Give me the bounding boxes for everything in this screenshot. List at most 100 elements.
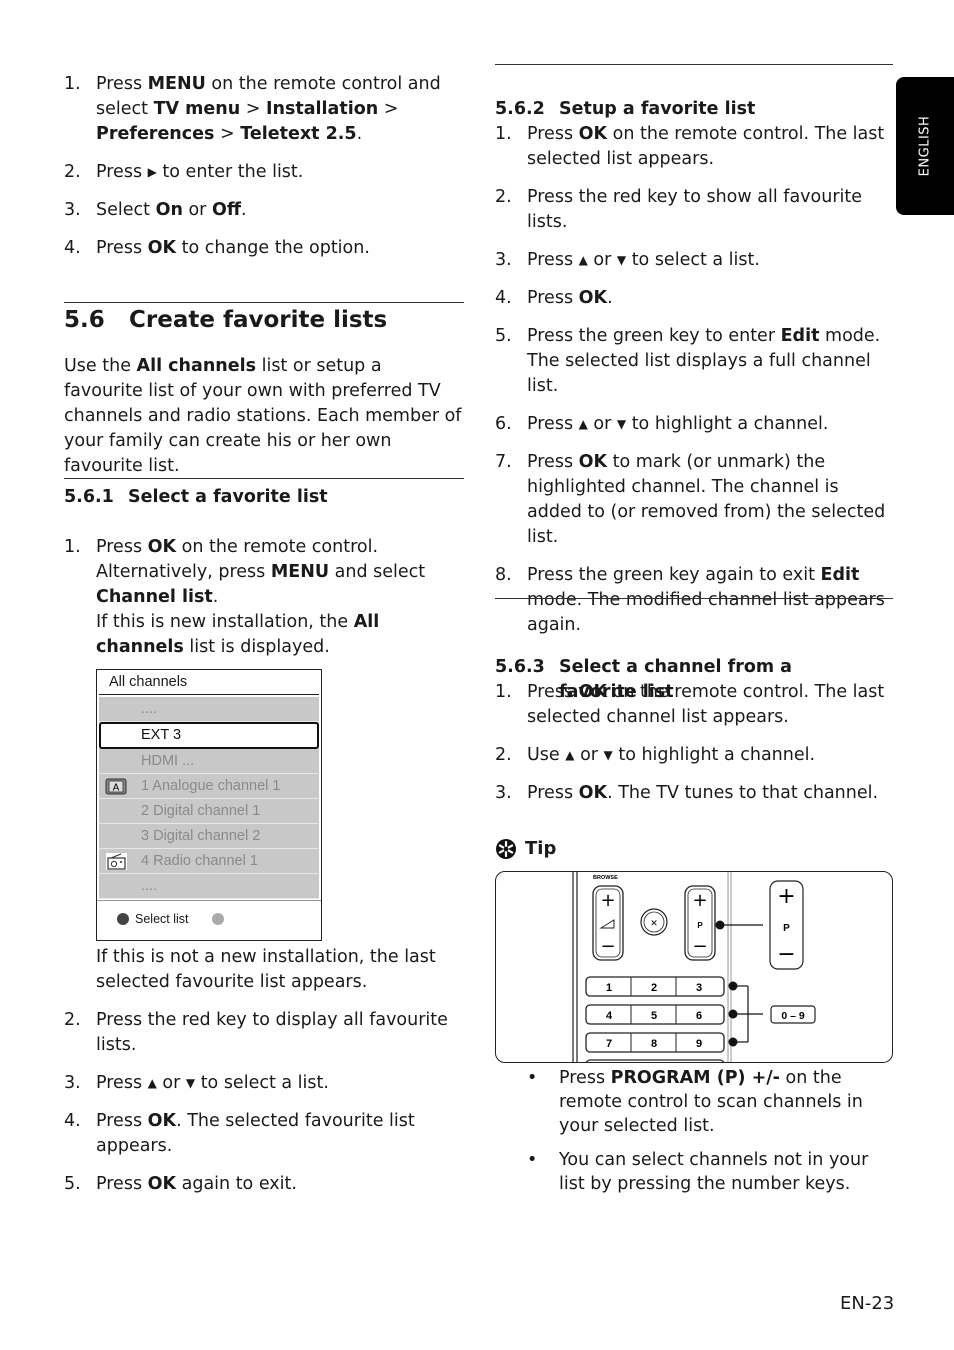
list-item: 2. Press the red key to show all favourit…: [495, 185, 893, 235]
list-item: 3. Press ▲ or ▼ to select a list.: [495, 248, 893, 273]
number-keypad: 1 2 3 4 5 6 7 8 9: [585, 976, 725, 1062]
channel-list-menu: All channels .... EXT 3 HDMI ... A 1 Analogu…: [96, 669, 322, 941]
sub2-steps: 1. Press OK on the remote control. The la…: [495, 122, 893, 638]
number-key: 3: [696, 982, 702, 994]
step-number: 5.: [64, 1174, 81, 1194]
list-item: 3. Press ▲ or ▼ to select a list.: [64, 1071, 464, 1096]
number-key: 2: [651, 982, 657, 994]
list-item: 4. Press OK. The selected favourite list …: [64, 1109, 464, 1159]
step-text: Press ▲ or ▼ to select a list.: [96, 1073, 329, 1093]
step-number: 1.: [64, 74, 81, 94]
sub3-steps: 1. Press OK on the remote control. The la…: [495, 680, 893, 806]
bullet-icon: •: [527, 1150, 538, 1170]
step-text: Press OK to change the option.: [96, 238, 370, 258]
section-title: Create favorite lists: [129, 307, 388, 333]
channel-label: 1 Analogue channel 1: [141, 778, 281, 794]
radio-icon: [106, 853, 127, 870]
step-text: Press ▲ or ▼ to highlight a channel.: [527, 414, 829, 434]
list-item: 2. Use ▲ or ▼ to highlight a channel.: [495, 743, 893, 768]
list-item: 2. Press ▶ to enter the list.: [64, 160, 464, 185]
menu-title: All channels: [99, 670, 319, 695]
list-item: 4. Press OK to change the option.: [64, 236, 464, 261]
svg-text:+: +: [777, 884, 795, 909]
channel-row[interactable]: 3 Digital channel 2: [99, 824, 319, 849]
step-number: 2.: [495, 745, 512, 765]
subsection-title: Setup a favorite list: [559, 99, 756, 119]
teletext-steps: 1. Press MENU on the remote control and s…: [64, 72, 464, 261]
remote-control-diagram: BROWSE + − ✕ + P − + P − 1 2 3 4 5 6 7 8 9 0 – 9: [572, 872, 816, 1062]
bullet-text: You can select channels not in your list…: [559, 1150, 869, 1194]
channel-row[interactable]: EXT 3: [99, 722, 319, 749]
sub1-step1: 1. Press OK on the remote control. Altern…: [64, 537, 426, 657]
channel-row[interactable]: ....: [99, 697, 319, 722]
list-item: 6. Press ▲ or ▼ to highlight a channel.: [495, 412, 893, 437]
channel-row[interactable]: ....: [99, 874, 319, 899]
step-text: Press the green key again to exit Edit m…: [527, 565, 885, 635]
channel-row[interactable]: HDMI ...: [99, 749, 319, 774]
bullet-icon: •: [527, 1068, 538, 1088]
svg-text:P: P: [697, 921, 703, 930]
bullet-text: Press PROGRAM (P) +/- on the remote cont…: [559, 1068, 863, 1136]
svg-text:−: −: [777, 942, 795, 967]
svg-text:+: +: [692, 890, 707, 911]
list-item: 8. Press the green key again to exit Edit…: [495, 563, 893, 638]
channel-label: HDMI ...: [141, 753, 195, 769]
tip-bullets-wrap: • Press PROGRAM (P) +/- on the remote con…: [495, 1066, 893, 1206]
step-number: 3.: [64, 200, 81, 220]
number-key: 7: [606, 1038, 612, 1050]
step-number: 4.: [495, 288, 512, 308]
subsection-number: 5.6.3: [495, 657, 545, 677]
number-key: 6: [696, 1010, 702, 1022]
section-heading: 5.6 Create favorite lists: [64, 305, 464, 335]
step-text: Press the red key to show all favourite …: [527, 187, 863, 232]
channel-row[interactable]: 2 Digital channel 1: [99, 799, 319, 824]
step-text: Press OK again to exit.: [96, 1174, 297, 1194]
remote-illustration: BROWSE + − ✕ + P − + P − 1 2 3 4 5 6 7 8 9 0 – 9: [495, 871, 893, 1063]
list-item: 3. Select On or Off.: [64, 198, 464, 223]
step-number: 3.: [495, 250, 512, 270]
channel-row[interactable]: A 1 Analogue channel 1: [99, 774, 319, 799]
step-number: 8.: [495, 565, 512, 585]
list-item: 1. Press OK on the remote control. The la…: [495, 680, 893, 730]
section-intro: Use the All channels list or setup a fav…: [64, 356, 462, 476]
language-tab-label: ENGLISH: [917, 115, 933, 177]
subsection-title: Select a favorite list: [128, 487, 328, 507]
number-key: 1: [606, 982, 612, 994]
step-number: 4.: [64, 1111, 81, 1131]
number-key: 8: [651, 1038, 657, 1050]
list-item: 7. Press OK to mark (or unmark) the highl…: [495, 450, 893, 550]
tip-heading: Tip: [495, 836, 556, 861]
step-number: 6.: [495, 414, 512, 434]
list-item: 1. Press MENU on the remote control and s…: [64, 72, 464, 147]
subsection-heading-561: 5.6.1 Select a favorite list: [64, 485, 464, 510]
sub1-after-menu: If this is not a new installation, the l…: [96, 947, 436, 992]
step-number: 4.: [64, 238, 81, 258]
list-item: • Press PROGRAM (P) +/- on the remote con…: [495, 1066, 893, 1138]
step-text: Press ▶ to enter the list.: [96, 162, 304, 182]
analogue-tv-icon: A: [105, 778, 127, 795]
number-key: 9: [696, 1038, 702, 1050]
green-key-dot-icon: [212, 913, 224, 925]
number-key: 4: [606, 1010, 613, 1022]
svg-text:✕: ✕: [650, 919, 658, 929]
step-text: Press ▲ or ▼ to select a list.: [527, 250, 760, 270]
channel-row[interactable]: 4 Radio channel 1: [99, 849, 319, 874]
step-number: 3.: [64, 1073, 81, 1093]
tip-label: Tip: [525, 838, 557, 859]
step-text: Press MENU on the remote control and sel…: [96, 74, 441, 144]
channel-label: 4 Radio channel 1: [141, 853, 258, 869]
step-number: 2.: [64, 162, 81, 182]
tip-bullets: • Press PROGRAM (P) +/- on the remote con…: [495, 1066, 893, 1196]
svg-text:+: +: [600, 890, 615, 911]
subsection-divider: [64, 478, 464, 479]
svg-text:A: A: [113, 783, 120, 794]
channel-label: 2 Digital channel 1: [141, 803, 261, 819]
step-text: Press OK to mark (or unmark) the highlig…: [527, 452, 886, 547]
channel-label: ....: [141, 701, 158, 717]
step-number: 1.: [495, 682, 512, 702]
list-item: 5. Press the green key to enter Edit mode…: [495, 324, 893, 399]
step-number: 5.: [495, 326, 512, 346]
list-item: 2. Press the red key to display all favou…: [64, 1008, 464, 1058]
step-text: Press OK on the remote control. The last…: [527, 124, 885, 169]
subsection-number: 5.6.1: [64, 487, 114, 507]
